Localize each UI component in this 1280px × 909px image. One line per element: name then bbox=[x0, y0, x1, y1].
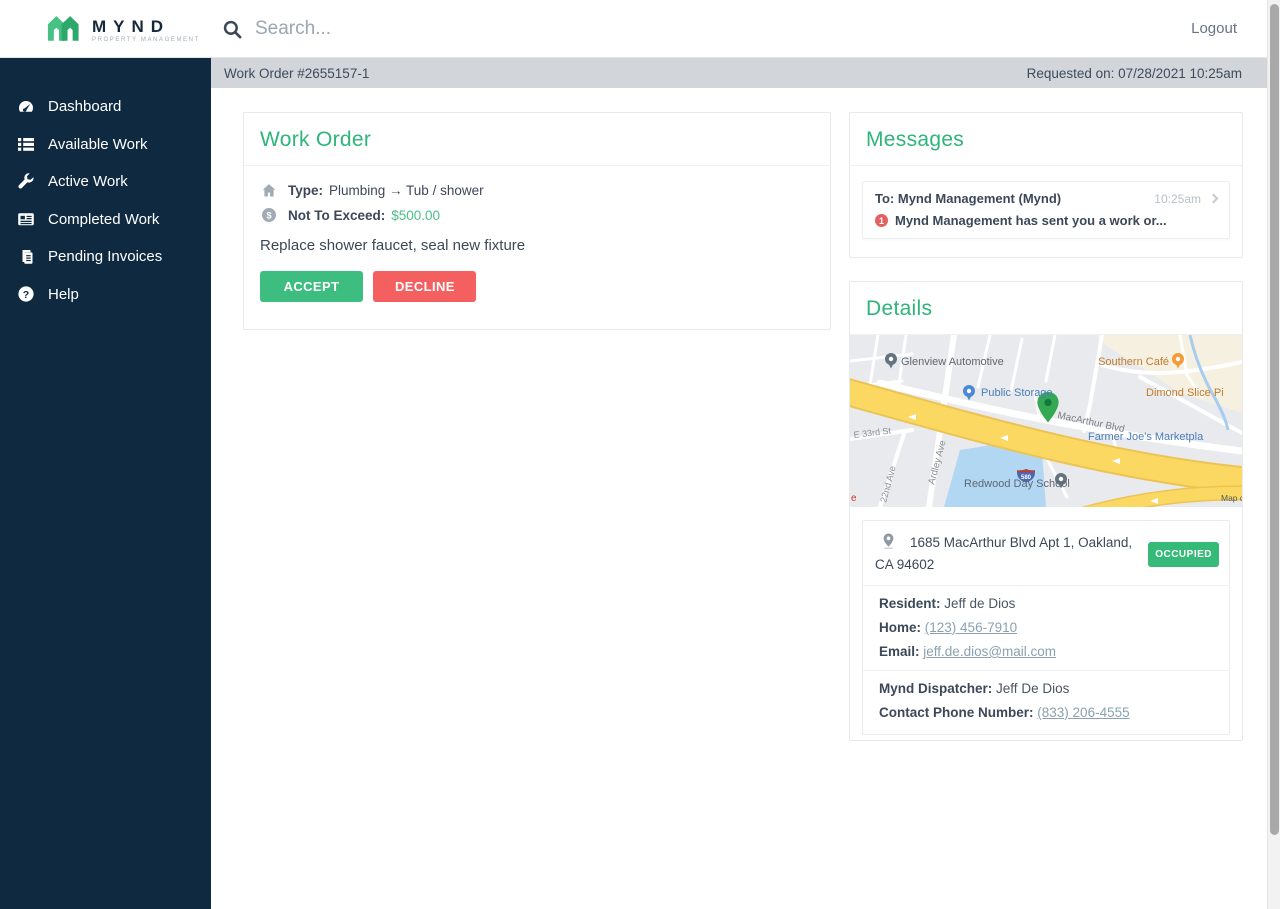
scrollbar-thumb[interactable] bbox=[1270, 4, 1279, 835]
occupied-badge: OCCUPIED bbox=[1148, 542, 1219, 567]
resident-label: Resident: bbox=[879, 596, 941, 611]
sidebar-item-completed-work[interactable]: Completed Work bbox=[0, 201, 211, 239]
logout-button[interactable]: Logout bbox=[1191, 0, 1237, 58]
address-section: 1685 MacArthur Blvd Apt 1, Oakland, CA 9… bbox=[863, 521, 1229, 585]
resident-section: Resident: Jeff de Dios Home: (123) 456-7… bbox=[863, 585, 1229, 670]
invoices-icon bbox=[16, 248, 36, 266]
contact-phone-link[interactable]: (833) 206-4555 bbox=[1037, 705, 1129, 720]
sidebar-item-pending-invoices[interactable]: Pending Invoices bbox=[0, 238, 211, 276]
dispatcher-section: Mynd Dispatcher: Jeff De Dios Contact Ph… bbox=[863, 670, 1229, 734]
decline-button[interactable]: DECLINE bbox=[373, 271, 476, 302]
sidebar-item-help[interactable]: ? Help bbox=[0, 276, 211, 314]
sidebar-item-label: Active Work bbox=[48, 173, 128, 190]
email-link[interactable]: jeff.de.dios@mail.com bbox=[923, 644, 1056, 659]
logo-title: MYND bbox=[92, 18, 200, 35]
map-label-dimond-slice: Dimond Slice Pi bbox=[1146, 387, 1224, 399]
dispatcher-label: Mynd Dispatcher: bbox=[879, 681, 992, 696]
top-header: MYND PROPERTY MANAGEMENT Logout bbox=[0, 0, 1267, 58]
map-label-farmer-joes: Farmer Joe's Marketpla bbox=[1088, 431, 1204, 443]
dashboard-icon bbox=[16, 98, 36, 116]
nte-label: Not To Exceed: bbox=[288, 208, 385, 223]
type-value: Plumbing → Tub / shower bbox=[329, 183, 484, 198]
sidebar-item-dashboard[interactable]: Dashboard bbox=[0, 88, 211, 126]
work-order-title: Work Order bbox=[260, 128, 814, 152]
home-icon bbox=[260, 183, 277, 198]
help-icon: ? bbox=[16, 285, 36, 303]
sidebar-item-label: Pending Invoices bbox=[48, 248, 162, 265]
property-map[interactable]: 580 Glenview Automotive Southern Café Pu… bbox=[850, 335, 1242, 507]
message-recipient: Mynd Management (Mynd) bbox=[898, 191, 1061, 206]
work-description: Replace shower faucet, seal new fixture bbox=[260, 237, 814, 254]
wrench-icon bbox=[16, 173, 36, 191]
chevron-right-icon bbox=[1209, 194, 1219, 204]
location-pin-icon bbox=[881, 532, 896, 555]
sidebar-item-label: Completed Work bbox=[48, 211, 159, 228]
search-input[interactable] bbox=[255, 18, 675, 40]
dispatcher-name: Jeff De Dios bbox=[996, 681, 1069, 696]
requested-on: Requested on: 07/28/2021 10:25am bbox=[1027, 66, 1242, 81]
app-window: MYND PROPERTY MANAGEMENT Logout Dashboar… bbox=[0, 0, 1280, 909]
logo-subtitle: PROPERTY MANAGEMENT bbox=[92, 37, 200, 43]
accept-button[interactable]: ACCEPT bbox=[260, 271, 363, 302]
map-label-redwood: Redwood Day School bbox=[964, 478, 1070, 490]
sidebar-item-label: Dashboard bbox=[48, 98, 121, 115]
property-address: 1685 MacArthur Blvd Apt 1, Oakland, CA 9… bbox=[875, 535, 1132, 572]
dollar-icon: $ bbox=[260, 207, 277, 223]
search-bar bbox=[222, 0, 675, 58]
property-info-box: 1685 MacArthur Blvd Apt 1, Oakland, CA 9… bbox=[862, 520, 1230, 735]
message-time: 10:25am bbox=[1154, 192, 1201, 206]
home-phone-link[interactable]: (123) 456-7910 bbox=[925, 620, 1017, 635]
messages-card: Messages To: Mynd Management (Mynd) 10:2… bbox=[849, 112, 1243, 258]
type-row: Type: Plumbing → Tub / shower bbox=[260, 183, 814, 198]
message-preview: Mynd Management has sent you a work or..… bbox=[895, 213, 1167, 228]
resident-name: Jeff de Dios bbox=[944, 596, 1015, 611]
message-to-label: To: bbox=[875, 191, 894, 206]
message-list-item[interactable]: To: Mynd Management (Mynd) 10:25am 1 Myn… bbox=[862, 181, 1230, 239]
map-label-red-partial: e bbox=[851, 493, 857, 504]
work-order-card: Work Order Type: Plumbing → Tub / shower… bbox=[243, 112, 831, 330]
home-label: Home: bbox=[879, 620, 921, 635]
unread-badge: 1 bbox=[875, 214, 888, 227]
nte-row: $ Not To Exceed: $500.00 bbox=[260, 207, 814, 223]
map-label-public-storage: Public Storage bbox=[981, 387, 1053, 399]
newspaper-icon bbox=[16, 210, 36, 228]
details-title: Details bbox=[866, 297, 1226, 321]
search-icon bbox=[222, 19, 243, 40]
sidebar-item-active-work[interactable]: Active Work bbox=[0, 163, 211, 201]
map-label-glenview: Glenview Automotive bbox=[901, 356, 1004, 368]
sidebar-item-available-work[interactable]: Available Work bbox=[0, 126, 211, 164]
mynd-house-icon bbox=[46, 13, 80, 47]
vertical-scrollbar[interactable] bbox=[1267, 0, 1280, 909]
email-label: Email: bbox=[879, 644, 920, 659]
mynd-logo[interactable]: MYND PROPERTY MANAGEMENT bbox=[46, 13, 200, 47]
workorder-number: Work Order #2655157-1 bbox=[224, 66, 369, 81]
map-label-southern-cafe: Southern Café bbox=[1098, 356, 1169, 368]
workorder-bar: Work Order #2655157-1 Requested on: 07/2… bbox=[211, 58, 1267, 88]
svg-text:$: $ bbox=[266, 210, 272, 221]
sidebar-item-label: Help bbox=[48, 286, 79, 303]
map-attribution: Map d bbox=[1221, 493, 1242, 503]
sidebar-item-label: Available Work bbox=[48, 136, 148, 153]
svg-text:?: ? bbox=[23, 289, 29, 301]
list-icon bbox=[16, 135, 36, 153]
nte-value: $500.00 bbox=[391, 208, 440, 223]
sidebar-nav: Dashboard Available Work Active Work Com… bbox=[0, 58, 211, 909]
contact-label: Contact Phone Number: bbox=[879, 705, 1034, 720]
details-card: Details bbox=[849, 281, 1243, 741]
messages-title: Messages bbox=[866, 128, 1226, 152]
type-label: Type: bbox=[288, 183, 323, 198]
